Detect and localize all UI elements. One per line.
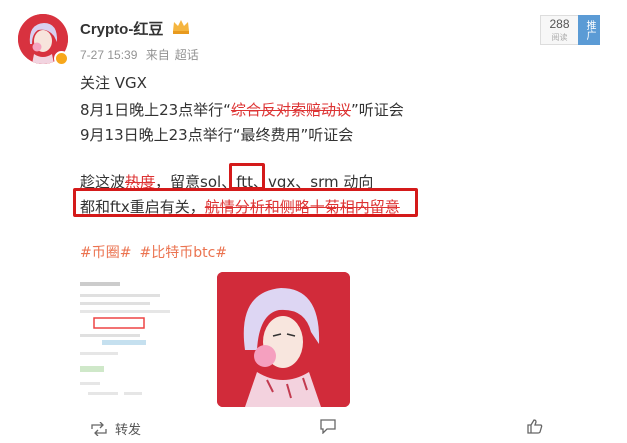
content-line-2: 8月1日晚上23点举行“综合反对索赔动议”听证会 [80,99,404,120]
comment-icon [320,419,336,434]
repost-label: 转发 [115,423,142,438]
promote-button[interactable]: 推广 [578,15,600,45]
post-meta: 7-27 15:39 来自 超话 [80,46,204,63]
line2-pre: 8月1日晚上23点举行“ [80,101,231,119]
image-thumbnail-screenshot[interactable] [80,272,208,407]
source-label: 来自 [145,48,170,62]
ftt-highlight-box [229,163,265,190]
like-button[interactable] [527,419,551,434]
read-label: 阅读 [551,33,568,42]
comment-button[interactable] [320,419,344,434]
topic-tag[interactable]: #币圈# [80,245,131,261]
topic-tag[interactable]: #比特币btc# [139,245,227,261]
source-name[interactable]: 超话 [175,48,199,62]
repost-icon [91,421,107,436]
post-time[interactable]: 7-27 15:39 [80,48,137,62]
line2-post: ”听证会 [350,101,404,119]
line2-strike: 综合反对索赔动议 [230,101,351,119]
repost-button[interactable]: 转发 [91,419,141,438]
line5-highlight-box [73,188,418,217]
action-bar: 转发 [0,415,627,443]
tag-row: #币圈# #比特币btc# [80,242,235,262]
read-count-box: 288 阅读 [540,15,578,45]
content-line-1: 关注 VGX [80,74,147,92]
content-line-3: 9月13日晚上23点举行“最终费用”听证会 [80,126,354,144]
image-thumbnail-illustration[interactable] [217,272,350,407]
read-count: 288 [549,17,570,31]
verified-badge-icon [54,51,69,66]
crown-icon [173,20,189,34]
thumbs-up-icon [527,419,543,434]
username[interactable]: Crypto-红豆 [80,18,163,39]
